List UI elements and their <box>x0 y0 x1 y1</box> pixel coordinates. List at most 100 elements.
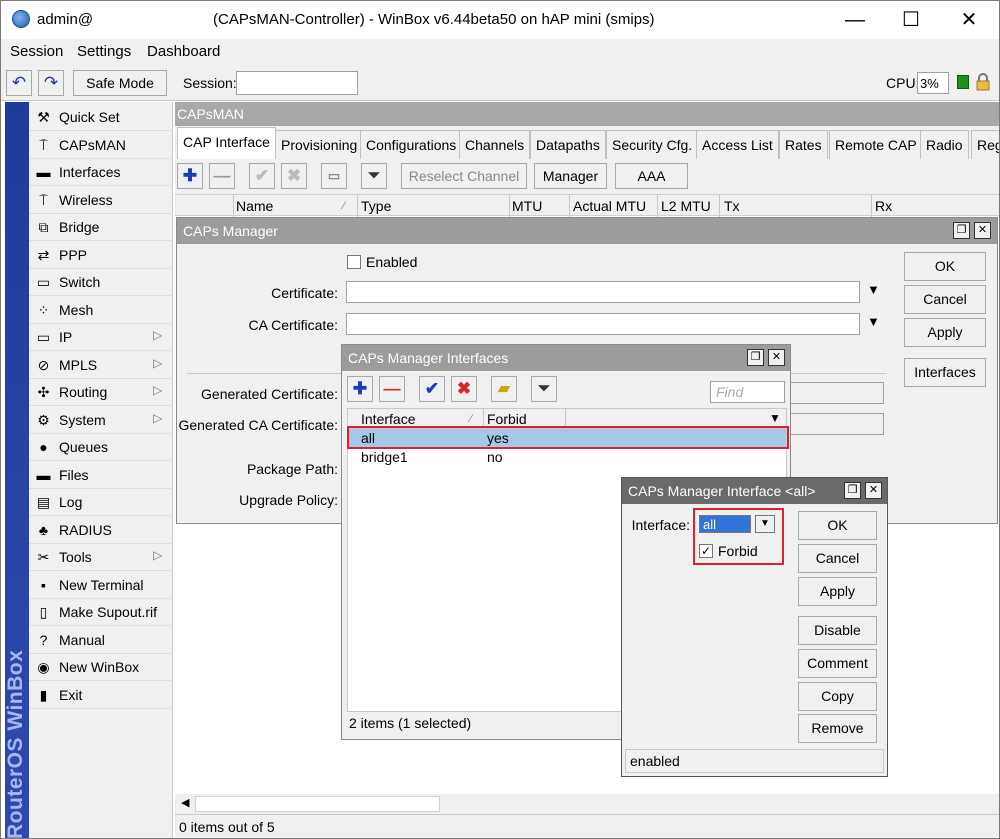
ca-certificate-select[interactable] <box>346 313 860 335</box>
menu-session[interactable]: Session <box>10 43 63 60</box>
find-input[interactable]: Find <box>710 381 785 403</box>
col-forbid[interactable]: Forbid <box>487 411 527 427</box>
sidebar-item-capsman[interactable]: ⍑ CAPsMAN <box>29 132 173 159</box>
enabled-checkbox[interactable] <box>347 255 361 269</box>
maximize-button[interactable]: ☐ <box>888 5 934 35</box>
sidebar-item-new-terminal[interactable]: ▪ New Terminal <box>29 572 173 599</box>
restore-icon[interactable]: ❐ <box>844 482 861 499</box>
col-type[interactable]: Type <box>361 198 391 214</box>
copy-button[interactable]: Copy <box>798 682 877 711</box>
queues-icon: ● <box>39 439 48 455</box>
session-input[interactable] <box>236 71 358 95</box>
sidebar-item-manual[interactable]: ? Manual <box>29 627 173 654</box>
sidebar-item-ip[interactable]: ▭ IP ▷ <box>29 324 173 351</box>
comment-icon[interactable]: ▭ <box>321 163 347 189</box>
bridge-icon: ⧉ <box>38 219 49 235</box>
sidebar-item-interfaces[interactable]: ▬ Interfaces <box>29 159 173 186</box>
restore-icon[interactable]: ❐ <box>953 222 970 239</box>
remove-icon[interactable]: — <box>379 376 405 402</box>
close-icon[interactable]: ✕ <box>974 222 991 239</box>
sidebar-item-make-supout-rif[interactable]: ▯ Make Supout.rif <box>29 599 173 626</box>
sidebar-item-wireless[interactable]: ⍑ Wireless <box>29 187 173 214</box>
col-tx[interactable]: Tx <box>724 198 740 214</box>
manager-button[interactable]: Manager <box>534 163 607 189</box>
menu-settings[interactable]: Settings <box>77 43 131 60</box>
sidebar-item-new-winbox[interactable]: ◉ New WinBox <box>29 654 173 681</box>
disable-x-icon[interactable]: ✖ <box>281 163 307 189</box>
tab-remote-cap[interactable]: Remote CAP <box>829 130 923 159</box>
scrollbar-thumb[interactable] <box>195 796 440 812</box>
window-title: (CAPsMAN-Controller) - WinBox v6.44beta5… <box>213 11 655 28</box>
remove-icon[interactable]: — <box>209 163 235 189</box>
comment-icon[interactable]: ▰ <box>491 376 517 402</box>
add-icon[interactable]: ✚ <box>347 376 373 402</box>
sidebar-item-files[interactable]: ▬ Files <box>29 462 173 489</box>
col-rx[interactable]: Rx <box>875 198 892 214</box>
column-menu-icon[interactable]: ▼ <box>769 411 781 425</box>
comment-button[interactable]: Comment <box>798 649 877 678</box>
horizontal-scrollbar[interactable]: ◀ <box>175 794 999 814</box>
close-icon[interactable]: ✕ <box>768 349 785 366</box>
cancel-button[interactable]: Cancel <box>798 544 877 573</box>
add-icon[interactable]: ✚ <box>177 163 203 189</box>
tab-security-cfg[interactable]: Security Cfg. <box>606 130 699 159</box>
table-row[interactable]: bridge1 no <box>348 448 786 467</box>
undo-icon[interactable]: ↶ <box>6 70 32 96</box>
sidebar-item-routing[interactable]: ✣ Routing ▷ <box>29 379 173 406</box>
sidebar-item-queues[interactable]: ● Queues <box>29 434 173 461</box>
col-interface[interactable]: Interface <box>361 411 415 427</box>
close-icon[interactable]: ✕ <box>865 482 882 499</box>
dropdown-icon[interactable]: ▼ <box>867 282 880 297</box>
tab-cap-interface[interactable]: CAP Interface <box>177 127 276 159</box>
sidebar-item-quick-set[interactable]: ⚒ Quick Set <box>29 104 173 131</box>
sidebar-item-tools[interactable]: ✂ Tools ▷ <box>29 544 173 571</box>
cancel-button[interactable]: Cancel <box>904 285 986 314</box>
tab-radio[interactable]: Radio <box>920 130 969 159</box>
disable-button[interactable]: Disable <box>798 616 877 645</box>
sidebar-item-mesh[interactable]: ⁘ Mesh <box>29 297 173 324</box>
safe-mode-button[interactable]: Safe Mode <box>73 70 167 96</box>
tab-access-list[interactable]: Access List <box>696 130 779 159</box>
sidebar-item-log[interactable]: ▤ Log <box>29 489 173 516</box>
minimize-button[interactable]: — <box>832 5 878 35</box>
menu-dashboard[interactable]: Dashboard <box>147 43 220 60</box>
sidebar-item-switch[interactable]: ▭ Switch <box>29 269 173 296</box>
sidebar-item-bridge[interactable]: ⧉ Bridge <box>29 214 173 241</box>
interface-label: Interface: <box>631 517 690 533</box>
col-l2-mtu[interactable]: L2 MTU <box>661 198 711 214</box>
sidebar-item-radius[interactable]: ♣ RADIUS <box>29 517 173 544</box>
sidebar-item-ppp[interactable]: ⇄ PPP <box>29 242 173 269</box>
scroll-left-icon[interactable]: ◀ <box>181 796 189 809</box>
disable-x-icon[interactable]: ✖ <box>451 376 477 402</box>
cap-interface-status: 0 items out of 5 <box>175 814 999 838</box>
filter-icon[interactable]: ⏷ <box>531 376 557 402</box>
sidebar-item-exit[interactable]: ▮ Exit <box>29 682 173 709</box>
col-actual-mtu[interactable]: Actual MTU <box>573 198 646 214</box>
tab-configurations[interactable]: Configurations <box>360 130 463 159</box>
close-button[interactable]: ✕ <box>946 5 992 35</box>
aaa-button[interactable]: AAA <box>615 163 688 189</box>
tab-channels[interactable]: Channels <box>459 130 531 159</box>
col-name[interactable]: Name <box>236 198 273 214</box>
sidebar-item-mpls[interactable]: ⊘ MPLS ▷ <box>29 352 173 379</box>
ok-button[interactable]: OK <box>904 252 986 281</box>
restore-icon[interactable]: ❐ <box>747 349 764 366</box>
certificate-select[interactable] <box>346 281 860 303</box>
col-mtu[interactable]: MTU <box>512 198 542 214</box>
redo-icon[interactable]: ↷ <box>38 70 64 96</box>
enable-check-icon[interactable]: ✔ <box>249 163 275 189</box>
apply-button[interactable]: Apply <box>904 318 986 347</box>
sidebar-item-system[interactable]: ⚙ System ▷ <box>29 407 173 434</box>
tab-rates[interactable]: Rates <box>779 130 828 159</box>
remove-button[interactable]: Remove <box>798 714 877 743</box>
tab-datapaths[interactable]: Datapaths <box>530 130 606 159</box>
interfaces-button[interactable]: Interfaces <box>904 358 986 387</box>
dropdown-icon[interactable]: ▼ <box>867 314 880 329</box>
apply-button[interactable]: Apply <box>798 577 877 606</box>
filter-icon[interactable]: ⏷ <box>361 163 387 189</box>
enable-check-icon[interactable]: ✔ <box>419 376 445 402</box>
tab-provisioning[interactable]: Provisioning <box>275 130 364 159</box>
tab-reg[interactable]: Reg <box>971 130 999 159</box>
reselect-channel-button[interactable]: Reselect Channel <box>401 163 527 189</box>
ok-button[interactable]: OK <box>798 511 877 540</box>
